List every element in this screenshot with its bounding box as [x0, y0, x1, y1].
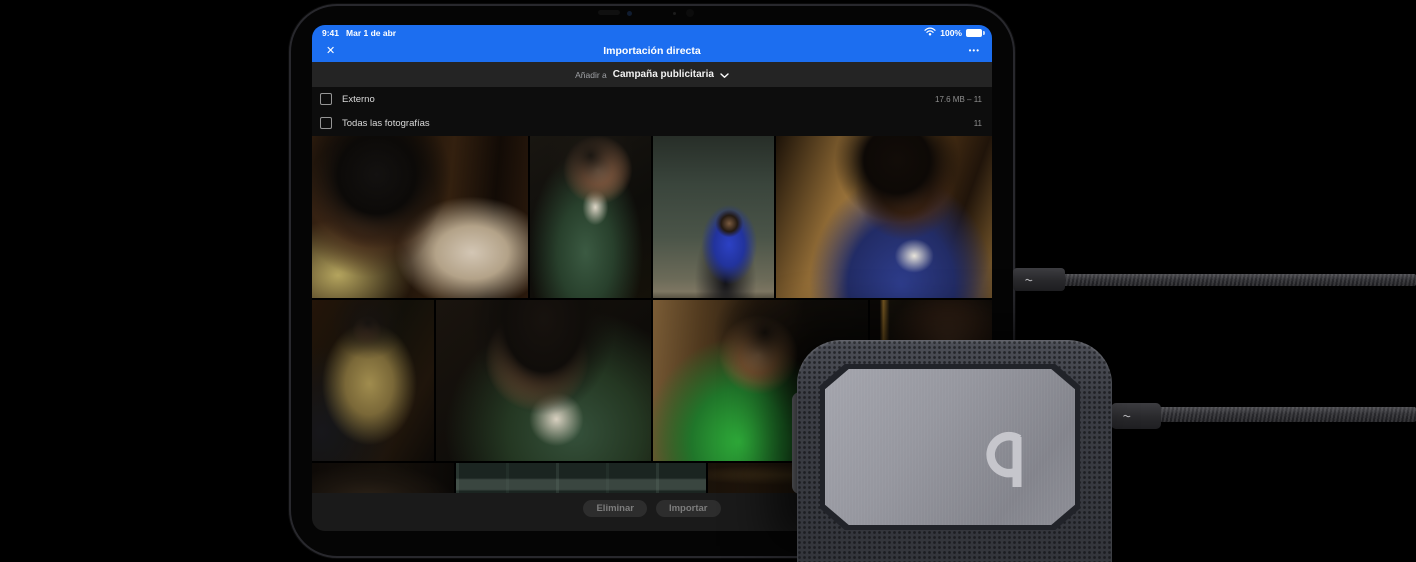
- source-row-externo[interactable]: Externo 17.6 MB – 11: [312, 87, 992, 111]
- sensor-ring: [686, 9, 694, 17]
- g-drive-logo-icon: [986, 431, 1022, 487]
- photo-thumbnail[interactable]: [653, 136, 774, 298]
- usb-cable-to-ipad: [1063, 274, 1416, 286]
- photo-thumbnail[interactable]: [456, 463, 706, 493]
- checkbox[interactable]: [320, 93, 332, 105]
- status-time: 9:41: [322, 27, 340, 38]
- status-date: Mar 1 de abr: [346, 27, 397, 38]
- microphone-dot: [673, 12, 676, 15]
- status-left: 9:41 Mar 1 de abr: [322, 28, 403, 38]
- add-to-bar: Añadir a Campaña publicitaria: [312, 62, 992, 87]
- source-meta: 17.6 MB – 11: [935, 94, 982, 104]
- album-dropdown[interactable]: Campaña publicitaria: [613, 69, 714, 80]
- photo-thumbnail[interactable]: [436, 300, 651, 461]
- photo-thumbnail[interactable]: [312, 463, 454, 493]
- status-bar: 9:41 Mar 1 de abr 100%: [312, 25, 992, 40]
- photo-thumbnail[interactable]: [312, 136, 528, 298]
- connector-logo-icon: [1123, 414, 1131, 418]
- more-options-icon[interactable]: •••: [969, 40, 980, 62]
- usb-connector-drive: [1111, 403, 1161, 429]
- scene: 9:41 Mar 1 de abr 100% ✕ Importación dir…: [0, 0, 1416, 562]
- drive-metal-plate: [825, 369, 1075, 525]
- wifi-icon: [924, 27, 936, 38]
- source-label: Todas las fotografías: [342, 117, 430, 129]
- delete-button[interactable]: Eliminar: [583, 500, 647, 517]
- photo-thumbnail[interactable]: [312, 300, 434, 461]
- usb-connector-ipad: [1013, 268, 1065, 291]
- source-list: Externo 17.6 MB – 11 Todas las fotografí…: [312, 87, 992, 136]
- source-row-all-photos[interactable]: Todas las fotografías 11: [312, 111, 992, 135]
- page-title: Importación directa: [603, 45, 701, 57]
- import-button[interactable]: Importar: [655, 500, 721, 517]
- status-right: 100%: [924, 27, 985, 38]
- title-bar: ✕ Importación directa •••: [312, 40, 992, 62]
- battery-icon: [966, 28, 985, 37]
- add-to-label: Añadir a: [575, 69, 607, 80]
- front-camera-icon: [627, 11, 632, 16]
- chevron-down-icon[interactable]: [720, 66, 729, 84]
- battery-percent: 100%: [940, 27, 962, 38]
- usb-cable-to-drive: [1158, 407, 1416, 422]
- top-speaker-slot: [598, 10, 620, 15]
- checkbox[interactable]: [320, 117, 332, 129]
- portable-ssd: [797, 340, 1112, 562]
- source-label: Externo: [342, 93, 375, 105]
- connector-logo-icon: [1025, 278, 1033, 281]
- photo-thumbnail[interactable]: [530, 136, 651, 298]
- photo-thumbnail[interactable]: [776, 136, 992, 298]
- source-meta: 11: [973, 118, 982, 128]
- close-icon[interactable]: ✕: [326, 40, 335, 62]
